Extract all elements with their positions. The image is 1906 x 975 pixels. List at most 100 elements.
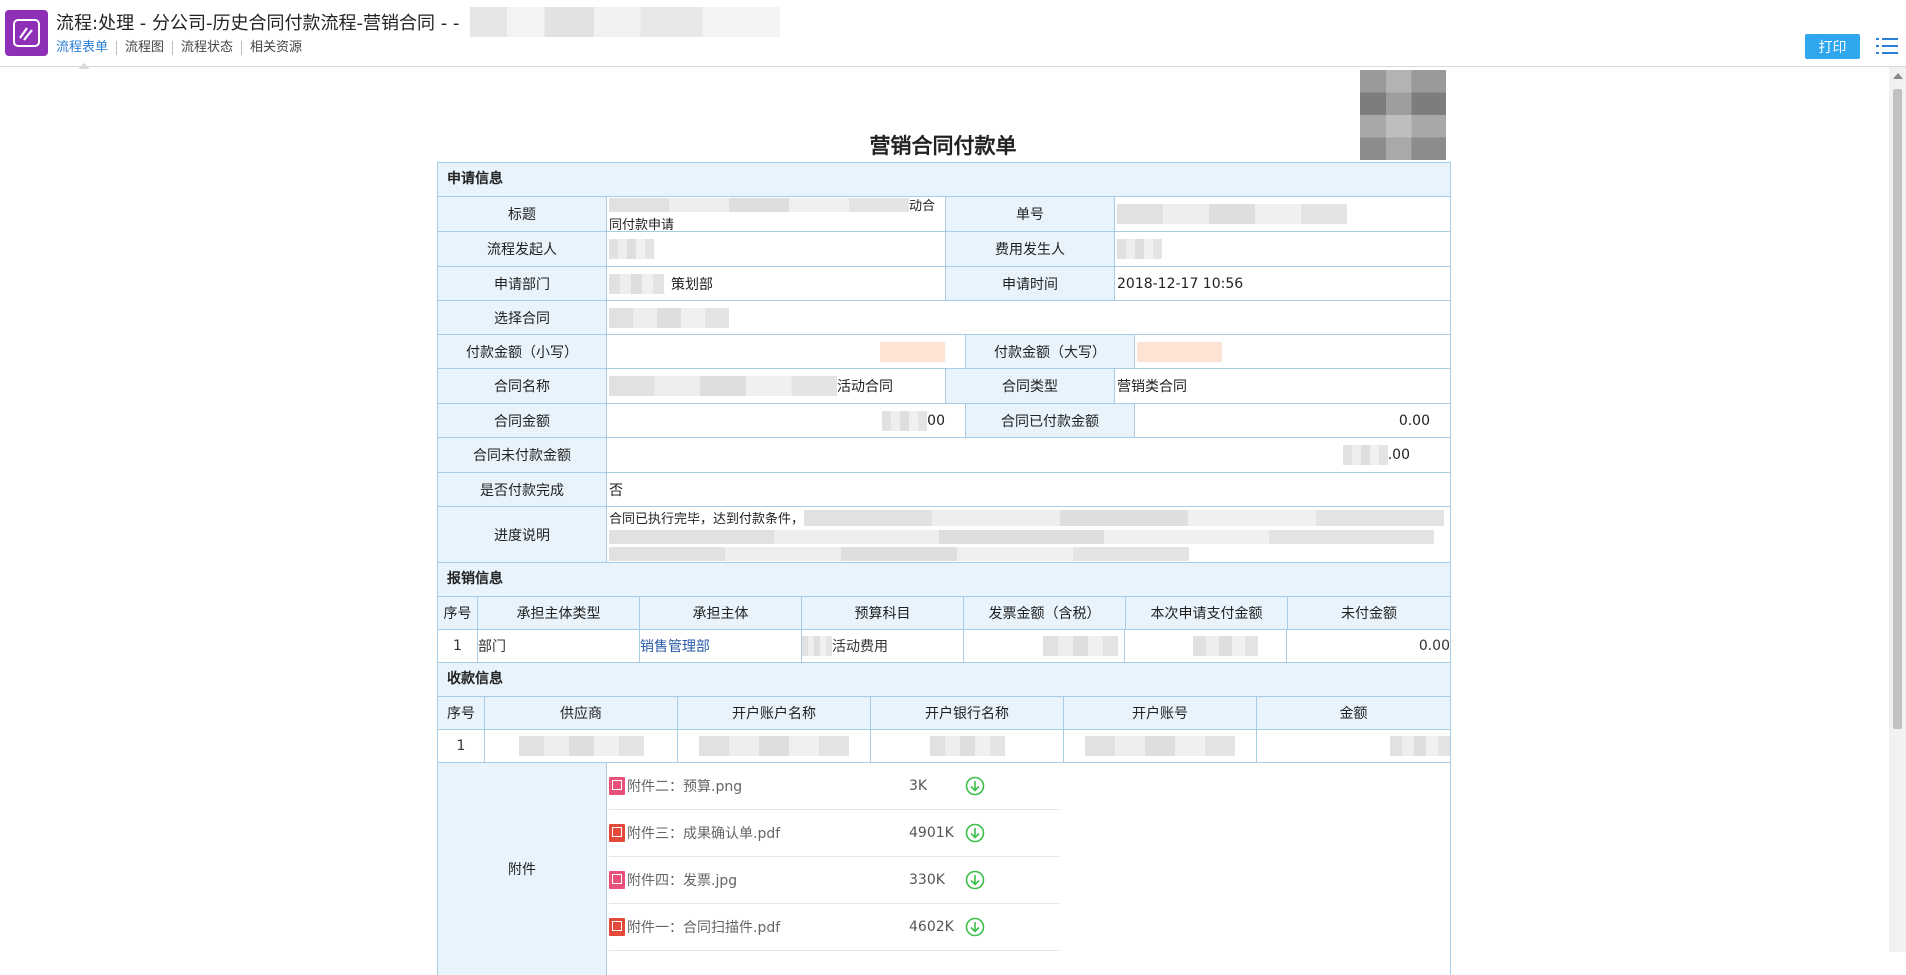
label-pay-small: 付款金额（小写） <box>438 335 607 368</box>
payee-table-header: 序号 供应商 开户账户名称 开户银行名称 开户账号 金额 <box>438 697 1450 730</box>
tab-status[interactable]: 流程状态 <box>173 41 243 55</box>
redacted-text <box>609 273 664 294</box>
attachment-size: 3K <box>909 778 928 794</box>
cell-amount <box>1257 730 1450 762</box>
row-progress: 进度说明 合同已执行完毕，达到付款条件， <box>438 507 1450 563</box>
value-contract-paid: 0.00 <box>1398 412 1430 429</box>
label-apply-time: 申请时间 <box>946 267 1115 300</box>
list-icon[interactable] <box>1876 36 1898 56</box>
row-contract-name: 合同名称 活动合同 合同类型 营销类合同 <box>438 369 1450 404</box>
print-button[interactable]: 打印 <box>1805 34 1860 59</box>
redacted-text <box>609 546 1189 561</box>
cell-account-no <box>1064 730 1257 762</box>
label-pay-big: 付款金额（大写） <box>966 335 1135 368</box>
list-item: 附件二：预算.png 3K <box>609 763 1059 810</box>
cell-bank-name <box>871 730 1064 762</box>
redacted-text <box>882 410 928 431</box>
cell-invoice-amount <box>964 630 1125 662</box>
list-item: 附件一：合同扫描件.pdf 4602K <box>609 904 1059 951</box>
contract-amount-tail: 00 <box>927 412 945 429</box>
label-number: 单号 <box>946 197 1115 231</box>
value-contract-select[interactable] <box>607 301 1450 334</box>
redacted-text <box>1137 341 1222 362</box>
value-cost-person <box>1115 232 1450 266</box>
title-text-line2: 同付款申请 <box>609 218 675 233</box>
cell-subject-type: 部门 <box>478 630 640 662</box>
redacted-text <box>1193 636 1258 656</box>
attachment-name[interactable]: 附件一：合同扫描件.pdf <box>627 917 909 937</box>
cell-subject[interactable]: 销售管理部 <box>640 630 802 662</box>
value-contract-unpaid: .00 <box>607 438 1450 472</box>
redacted-text <box>609 376 837 396</box>
redacted-title-part <box>470 7 780 37</box>
value-pay-small <box>607 335 966 368</box>
cell-supplier <box>485 730 678 762</box>
contract-name-tail: 活动合同 <box>837 379 893 395</box>
download-icon[interactable] <box>965 917 985 937</box>
redacted-text <box>518 736 644 756</box>
redacted-text <box>699 736 849 756</box>
row-pay-done: 是否付款完成 否 <box>438 473 1450 507</box>
redacted-text <box>1342 445 1388 465</box>
redacted-text <box>609 239 654 259</box>
col-header-no: 序号 <box>438 597 478 629</box>
label-progress: 进度说明 <box>438 507 607 562</box>
vertical-scrollbar[interactable] <box>1889 67 1906 952</box>
top-bar: 流程:处理 - 分公司-历史合同付款流程-营销合同 - - 流程表单 流程图 流… <box>0 0 1906 69</box>
label-contract-amount: 合同金额 <box>438 404 607 437</box>
col-header-account-no: 开户账号 <box>1064 697 1257 729</box>
download-icon[interactable] <box>965 823 985 843</box>
table-row: 1 部门 销售管理部 活动费用 0.00 <box>438 630 1450 663</box>
scroll-up-icon[interactable] <box>1893 73 1903 79</box>
row-contract-select: 选择合同 <box>438 301 1450 335</box>
value-contract-name: 活动合同 <box>607 369 946 403</box>
label-contract-name: 合同名称 <box>438 369 607 403</box>
label-attachments: 附件 <box>438 763 607 975</box>
download-icon[interactable] <box>965 776 985 796</box>
redacted-text <box>929 736 1005 756</box>
row-pay-amount: 付款金额（小写） 付款金额（大写） <box>438 335 1450 369</box>
pdf-file-icon <box>609 824 625 842</box>
col-header-account-name: 开户账户名称 <box>678 697 871 729</box>
window-title: 流程:处理 - 分公司-历史合同付款流程-营销合同 - - <box>56 13 460 34</box>
redacted-text <box>1043 636 1118 656</box>
cell-no: 1 <box>438 730 485 762</box>
value-number <box>1115 197 1450 231</box>
dept-text: 策划部 <box>671 276 713 293</box>
value-progress: 合同已执行完毕，达到付款条件， <box>607 507 1450 562</box>
attachment-list: 附件二：预算.png 3K 附件三：成果确认单.pdf 4901K 附件四：发票 <box>607 763 1059 975</box>
download-icon[interactable] <box>965 870 985 890</box>
col-header-budget: 预算科目 <box>802 597 964 629</box>
label-contract-type: 合同类型 <box>946 369 1115 403</box>
redacted-text <box>880 341 945 362</box>
value-pay-big <box>1135 335 1450 368</box>
tab-form[interactable]: 流程表单 <box>56 41 118 69</box>
attachment-name[interactable]: 附件三：成果确认单.pdf <box>627 823 909 843</box>
attachment-name[interactable]: 附件四：发票.jpg <box>627 870 909 890</box>
progress-text: 合同已执行完毕，达到付款条件， <box>609 512 805 528</box>
label-contract-select: 选择合同 <box>438 301 607 334</box>
image-file-icon <box>609 871 625 889</box>
row-initiator: 流程发起人 费用发生人 <box>438 232 1450 267</box>
attachment-size: 4602K <box>909 919 954 935</box>
tab-resources[interactable]: 相关资源 <box>242 41 310 55</box>
section-apply-info: 申请信息 <box>438 163 1450 197</box>
label-pay-done: 是否付款完成 <box>438 473 607 506</box>
redacted-text <box>1390 736 1450 756</box>
image-file-icon <box>609 777 625 795</box>
list-item: 附件三：成果确认单.pdf 4901K <box>609 810 1059 857</box>
value-contract-amount: 00 <box>607 404 966 437</box>
reimburse-table-header: 序号 承担主体类型 承担主体 预算科目 发票金额（含税） 本次申请支付金额 未付… <box>438 597 1450 630</box>
cell-no: 1 <box>438 630 478 662</box>
redacted-text <box>609 197 909 212</box>
attachment-name[interactable]: 附件二：预算.png <box>627 776 909 796</box>
payment-form: 申请信息 标题 动合 同付款申请 单号 流程发起人 费用发生人 申请部门 策划部 <box>437 162 1451 975</box>
col-header-bank-name: 开户银行名称 <box>871 697 1064 729</box>
value-pay-done: 否 <box>609 482 623 499</box>
value-dept: 策划部 <box>607 267 946 300</box>
scroll-thumb[interactable] <box>1893 89 1902 729</box>
label-dept: 申请部门 <box>438 267 607 300</box>
section-reimburse-info: 报销信息 <box>438 563 1450 597</box>
attachment-size: 4901K <box>909 825 954 841</box>
tab-flowchart[interactable]: 流程图 <box>117 41 174 55</box>
